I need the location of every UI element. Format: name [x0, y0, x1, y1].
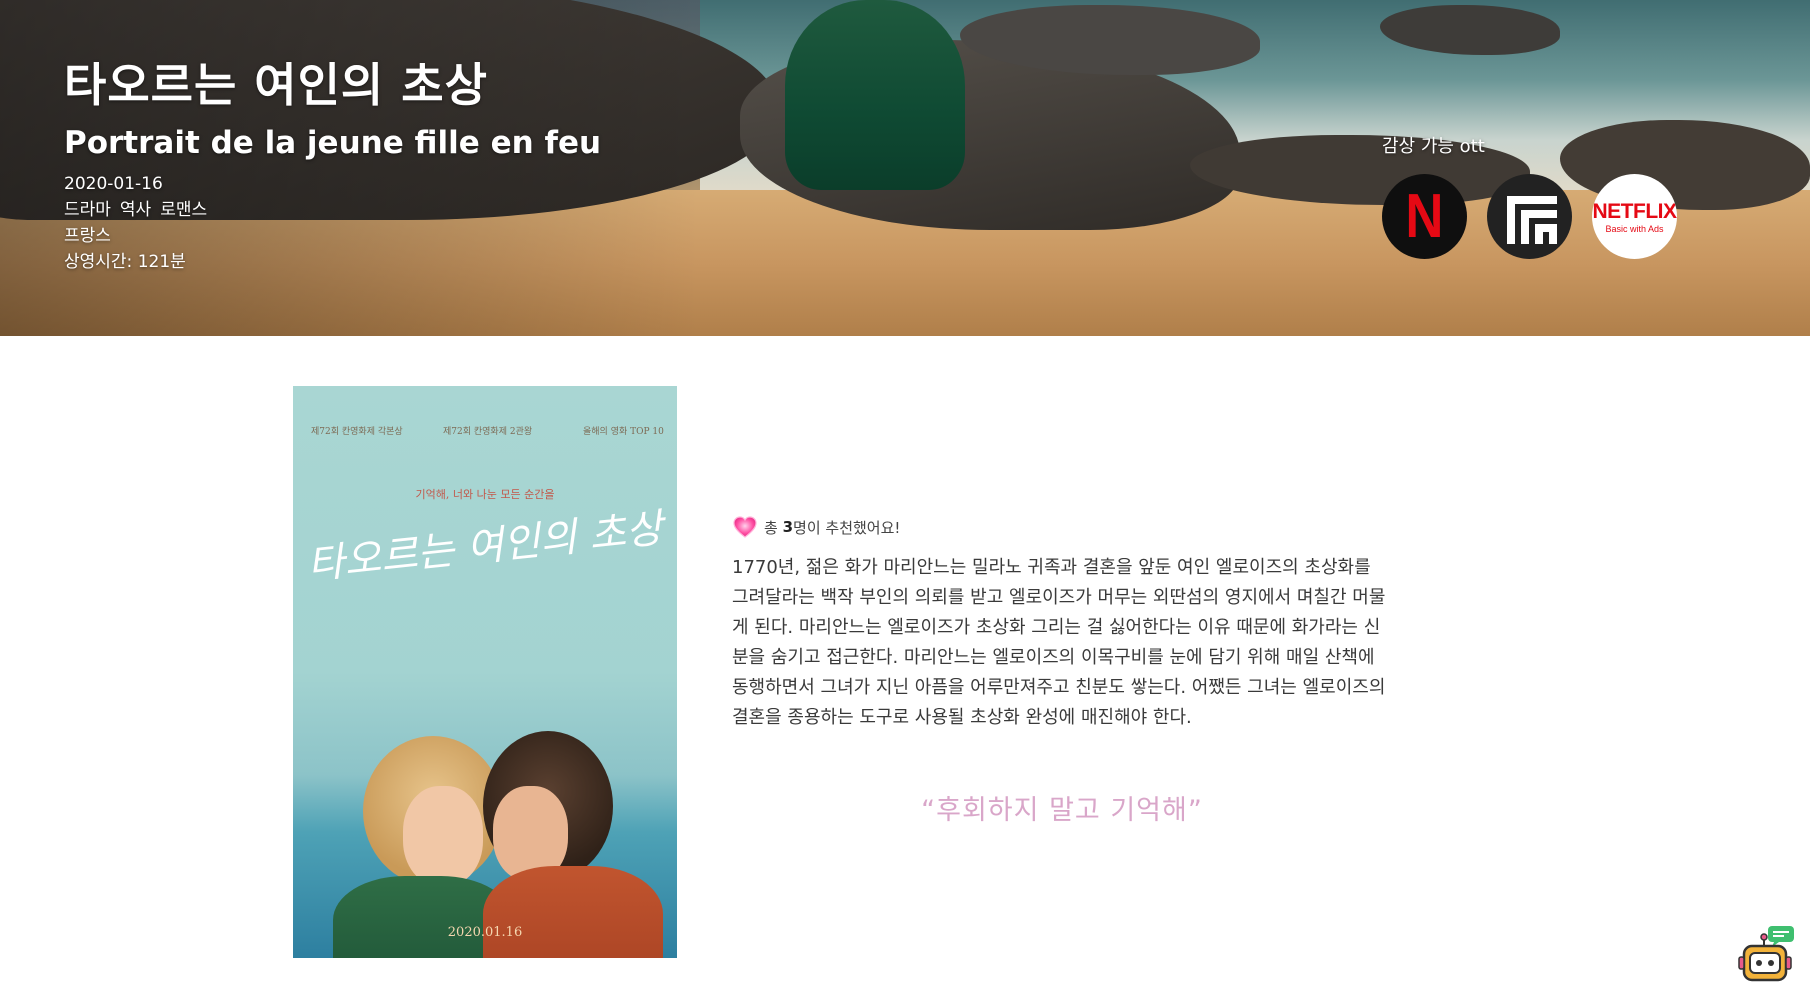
laftel-logo [1507, 196, 1557, 244]
netflix-icon[interactable]: N [1382, 174, 1467, 259]
genre-tag: 로맨스 [160, 200, 208, 220]
movie-poster: 제72회 칸영화제 각본상 제72회 칸영화제 2관왕 올해의 영화 TOP 1… [293, 386, 677, 958]
release-date: 2020-01-16 [64, 174, 163, 194]
netflix-basic-with-ads-icon[interactable]: NETFLIX Basic with Ads [1592, 174, 1677, 259]
poster-laurel: 올해의 영화 TOP 10 [583, 427, 664, 437]
poster-title: 타오르는 여인의 초상 [305, 505, 665, 589]
genre-tag: 드라마 [64, 200, 111, 220]
country: 프랑스 [64, 226, 111, 246]
robot-chat-icon [1738, 926, 1794, 982]
recommend-prefix: 총 [764, 518, 778, 537]
ott-label: 감상 가능 ott [1382, 136, 1485, 157]
poster-laurel: 제72회 칸영화제 2관왕 [443, 427, 533, 437]
genre-list: 드라마 역사 로맨스 [64, 197, 601, 223]
tagline-quote: “후회하지 말고 기억해” [921, 795, 1203, 826]
netflix-logo-text: N [1405, 182, 1444, 251]
laftel-icon[interactable] [1487, 174, 1572, 259]
poster-date: 2020.01.16 [447, 925, 523, 940]
runtime: 상영시간: 121분 [64, 252, 186, 272]
poster-laurel: 제72회 칸영화제 각본상 [311, 427, 403, 437]
heart-icon [732, 514, 758, 540]
genre-tag: 역사 [119, 200, 152, 220]
poster-couple-illustration [333, 706, 663, 958]
synopsis: 1770년, 젊은 화가 마리안느는 밀라노 귀족과 결혼을 앞둔 여인 엘로이… [732, 557, 1386, 728]
netflix-wordmark: NETFLIX [1592, 199, 1678, 223]
ott-list: N NETFLIX Basic with Ads [1382, 174, 1677, 259]
hero-banner: 타오르는 여인의 초상 Portrait de la jeune fille e… [0, 0, 1810, 336]
movie-info: 타오르는 여인의 초상 Portrait de la jeune fille e… [64, 55, 601, 275]
chatbot-button[interactable] [1738, 924, 1796, 986]
hero-background-figure [785, 0, 965, 190]
recommend-count: 총 3 명이 추천했어요! [732, 514, 900, 540]
ott-section: 감상 가능 ott N NETFLIX Basic with Ads [1382, 132, 1677, 259]
basic-with-ads-label: Basic with Ads [1605, 223, 1664, 234]
recommend-number: 3 [782, 518, 794, 536]
recommend-suffix: 명이 추천했어요! [793, 518, 901, 537]
movie-title-original: Portrait de la jeune fille en feu [64, 125, 602, 161]
poster-tagline: 기억해, 너와 나눈 모든 순간을 [415, 488, 555, 501]
movie-title-korean: 타오르는 여인의 초상 [64, 58, 488, 112]
